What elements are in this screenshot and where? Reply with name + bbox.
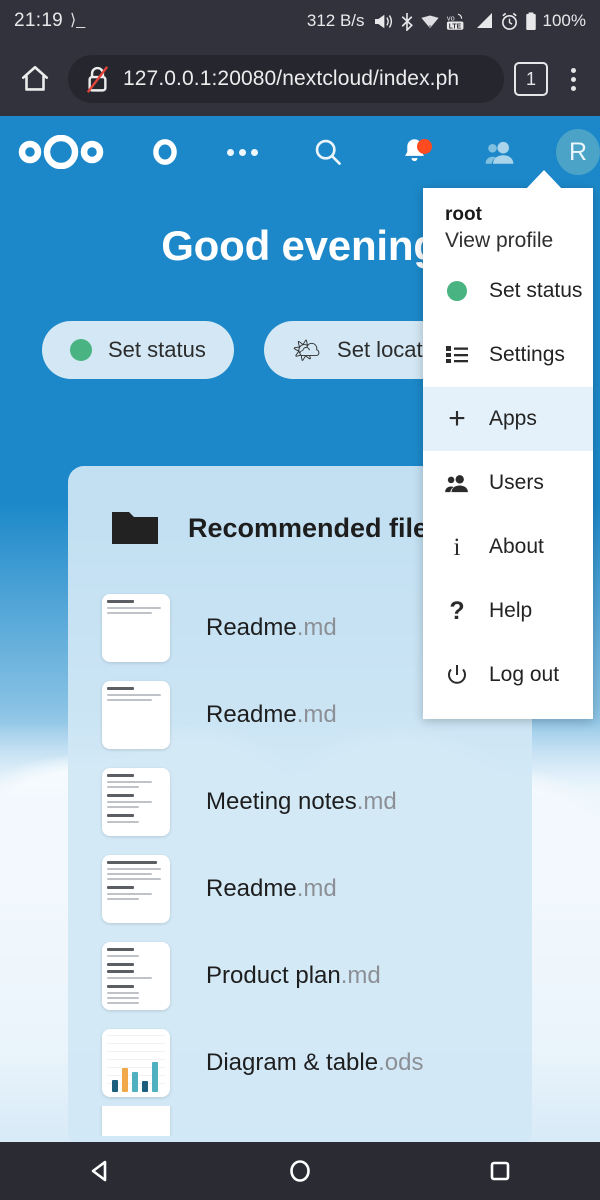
menu-item-set-status[interactable]: Set status — [423, 259, 593, 323]
battery-percent-label: 100% — [542, 11, 586, 30]
user-menu-arrow — [525, 170, 563, 190]
document-thumb — [102, 767, 170, 836]
file-name: Product plan.md — [206, 961, 381, 989]
device-screen: 21:19 ⟩_ 312 B/s vo LTE 100% 127.0.0.1:2… — [0, 0, 600, 1200]
url-text: 127.0.0.1:20080/nextcloud/index.ph — [123, 67, 460, 90]
document-thumb — [102, 680, 170, 749]
question-mark-icon: ? — [449, 596, 465, 625]
menu-item-log-out[interactable]: Log out — [423, 643, 593, 707]
menu-item-label: Set status — [489, 279, 583, 302]
volte-lte-icon: vo LTE — [446, 12, 468, 31]
folder-icon — [110, 508, 160, 548]
home-icon[interactable] — [12, 56, 58, 102]
file-name: Readme.md — [206, 874, 337, 902]
user-menu-header[interactable]: root View profile — [423, 202, 593, 259]
file-name: Readme.md — [206, 700, 337, 728]
status-chips: Set status 🌤 Set location — [42, 321, 481, 379]
cell-signal-icon — [474, 12, 494, 30]
document-thumb — [102, 593, 170, 662]
battery-icon — [525, 11, 537, 31]
file-name: Diagram & table.ods — [206, 1048, 424, 1076]
circle-home-icon[interactable] — [265, 1142, 335, 1200]
weather-sun-cloud-icon: 🌤 — [291, 336, 322, 363]
status-bar-left: 21:19 ⟩_ — [14, 10, 85, 32]
document-thumb — [102, 1106, 170, 1136]
list-item[interactable]: Diagram & table.ods — [68, 1019, 532, 1106]
menu-item-help[interactable]: ? Help — [423, 579, 593, 643]
search-icon[interactable] — [308, 137, 348, 167]
list-item[interactable]: Readme.md — [68, 845, 532, 932]
status-bar-right: 312 B/s vo LTE 100% — [307, 11, 586, 31]
document-thumb — [102, 854, 170, 923]
android-nav-bar — [0, 1142, 600, 1200]
more-dots-icon[interactable] — [222, 148, 262, 156]
plus-icon: + — [448, 402, 466, 435]
info-icon: i — [453, 533, 461, 561]
contacts-icon[interactable] — [480, 139, 520, 165]
insecure-lock-icon — [84, 65, 111, 94]
settings-list-icon — [445, 345, 469, 365]
tab-count-button[interactable]: 1 — [514, 62, 548, 96]
menu-item-about[interactable]: i About — [423, 515, 593, 579]
bluetooth-icon — [400, 12, 414, 31]
user-menu-popup: root View profile Set status Settings + … — [423, 188, 593, 719]
menu-item-settings[interactable]: Settings — [423, 323, 593, 387]
menu-item-label: Users — [489, 471, 544, 494]
bell-icon[interactable] — [394, 137, 434, 167]
url-bar[interactable]: 127.0.0.1:20080/nextcloud/index.ph — [68, 55, 504, 103]
view-profile-link[interactable]: View profile — [445, 229, 593, 253]
set-status-label: Set status — [108, 337, 206, 362]
thumb-bar-chart — [108, 1058, 164, 1092]
megaphone-icon — [373, 13, 394, 30]
nextcloud-app-header: R — [0, 116, 600, 188]
menu-item-label: Apps — [489, 407, 537, 430]
square-recents-icon[interactable] — [465, 1142, 535, 1200]
svg-text:vo: vo — [446, 13, 454, 22]
terminal-icon: ⟩_ — [70, 12, 86, 29]
kebab-menu-icon[interactable] — [558, 56, 588, 102]
menu-item-apps[interactable]: + Apps — [423, 387, 593, 451]
notification-badge — [417, 139, 433, 154]
menu-item-label: Log out — [489, 663, 560, 686]
dashboard-circle-icon[interactable] — [146, 137, 184, 167]
file-name: Readme.md — [206, 613, 337, 641]
status-clock: 21:19 — [14, 10, 64, 31]
svg-text:LTE: LTE — [448, 23, 461, 30]
user-name: root — [445, 204, 482, 225]
spreadsheet-chart-thumb — [102, 1028, 170, 1097]
android-status-bar: 21:19 ⟩_ 312 B/s vo LTE 100% — [0, 0, 600, 42]
browser-toolbar: 127.0.0.1:20080/nextcloud/index.ph 1 — [0, 42, 600, 116]
document-thumb — [102, 941, 170, 1010]
alarm-icon — [500, 12, 519, 31]
avatar[interactable]: R — [556, 129, 600, 175]
menu-item-label: Settings — [489, 343, 565, 366]
card-title: Recommended files — [188, 512, 444, 543]
power-icon — [445, 664, 469, 686]
nextcloud-page: R Good evening Set status 🌤 Set location… — [0, 116, 600, 1142]
nextcloud-logo[interactable] — [18, 130, 104, 174]
status-dot-icon — [70, 339, 92, 361]
status-dot-icon — [445, 281, 469, 301]
set-status-chip[interactable]: Set status — [42, 321, 234, 379]
file-name: Meeting notes.md — [206, 787, 397, 815]
users-icon — [445, 473, 469, 493]
triangle-back-icon[interactable] — [65, 1142, 135, 1200]
menu-item-label: Help — [489, 599, 533, 622]
menu-item-users[interactable]: Users — [423, 451, 593, 515]
menu-item-label: About — [489, 535, 544, 558]
list-item[interactable]: Meeting notes.md — [68, 758, 532, 845]
network-speed-label: 312 B/s — [306, 11, 365, 30]
list-item[interactable] — [68, 1106, 532, 1136]
wifi-icon — [420, 12, 440, 30]
list-item[interactable]: Product plan.md — [68, 932, 532, 1019]
